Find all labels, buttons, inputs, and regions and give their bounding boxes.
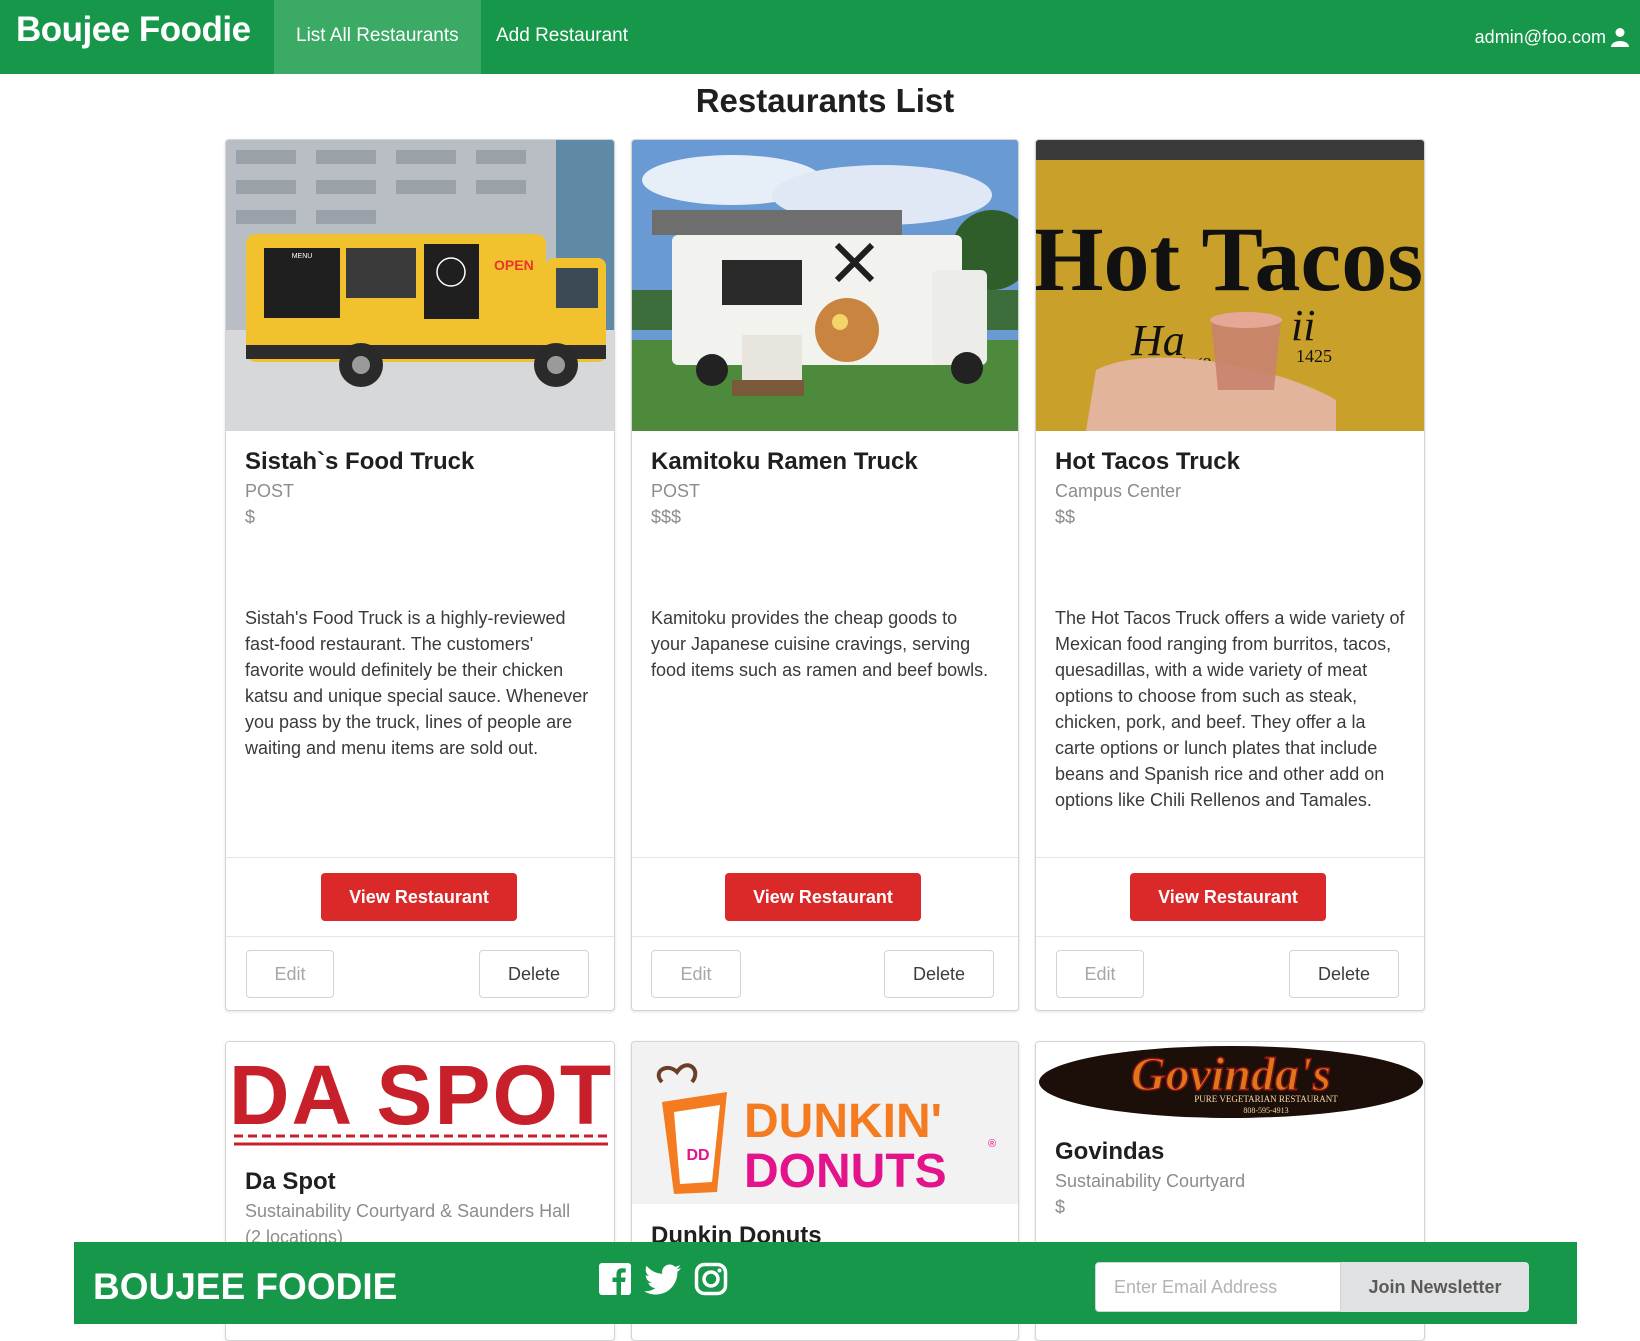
- restaurant-image: DD DUNKIN' DONUTS ®: [632, 1042, 1018, 1204]
- restaurant-image: Hot Tacos Ha ii tel: (8 1425: [1036, 140, 1424, 431]
- phone-sign-end: 1425: [1296, 346, 1332, 366]
- email-field[interactable]: [1095, 1262, 1341, 1312]
- top-navbar: Boujee Foodie List All Restaurants Add R…: [0, 0, 1640, 74]
- restaurant-name: Hot Tacos Truck: [1055, 448, 1240, 475]
- restaurant-description: Kamitoku provides the cheap goods to you…: [651, 608, 989, 680]
- restaurant-location: Sustainability Courtyard: [1055, 1171, 1246, 1191]
- restaurant-image: DA SPOT: [226, 1042, 614, 1152]
- restaurant-price: $: [245, 507, 256, 527]
- restaurant-image: Govinda's PURE VEGETARIAN RESTAURANT 808…: [1036, 1042, 1424, 1123]
- view-restaurant-button[interactable]: View Restaurant: [1130, 873, 1326, 921]
- restaurant-image: MENU OPEN: [226, 140, 614, 431]
- footer-brand: BOUJEE FOODIE: [93, 1266, 398, 1307]
- view-restaurant-button[interactable]: View Restaurant: [725, 873, 921, 921]
- restaurant-location: Sustainability Courtyard & Saunders Hall: [245, 1201, 571, 1221]
- card-divider: [1036, 936, 1424, 937]
- restaurant-location: POST: [245, 481, 295, 501]
- restaurant-card: Kamitoku Ramen Truck POST $$$ Kamitoku p…: [631, 139, 1019, 1011]
- restaurant-card: MENU OPEN Sistah`s Food Truck POST $ Sis…: [225, 139, 615, 1011]
- delete-button[interactable]: Delete: [884, 950, 994, 998]
- registered-mark: ®: [988, 1138, 996, 1150]
- card-divider: [632, 857, 1018, 858]
- restaurant-price: $$: [1055, 507, 1076, 527]
- twitter-icon[interactable]: [644, 1262, 682, 1296]
- edit-button[interactable]: Edit: [246, 950, 334, 998]
- restaurant-description: Sistah's Food Truck is a highly-reviewed…: [245, 608, 589, 758]
- govindas-phone: 808-595-4913: [1243, 1106, 1288, 1115]
- restaurant-name: Da Spot: [245, 1168, 336, 1195]
- restaurant-name: Govindas: [1055, 1138, 1165, 1165]
- menu-board-label: MENU: [292, 253, 313, 260]
- restaurant-name: Kamitoku Ramen Truck: [651, 448, 918, 475]
- open-sign: OPEN: [494, 257, 534, 273]
- dunkin-logo-top: DUNKIN': [744, 1095, 942, 1148]
- user-email: admin@foo.com: [1474, 27, 1606, 47]
- restaurant-location: POST: [651, 481, 701, 501]
- edit-button[interactable]: Edit: [651, 950, 741, 998]
- restaurant-card: Hot Tacos Ha ii tel: (8 1425 Hot Tacos T…: [1035, 139, 1425, 1011]
- view-restaurant-button[interactable]: View Restaurant: [321, 873, 517, 921]
- restaurant-description: The Hot Tacos Truck offers a wide variet…: [1055, 608, 1405, 810]
- dunkin-logo-bottom: DONUTS: [744, 1145, 947, 1198]
- restaurant-name: Sistah`s Food Truck: [245, 448, 475, 475]
- card-divider: [226, 936, 614, 937]
- govindas-tagline: PURE VEGETARIAN RESTAURANT: [1194, 1094, 1338, 1104]
- dd-cup-logo: DD: [686, 1147, 709, 1164]
- restaurant-image: [632, 140, 1018, 431]
- card-divider: [1036, 857, 1424, 858]
- hot-tacos-sign: Hot Tacos: [1036, 208, 1423, 310]
- card-divider: [632, 936, 1018, 937]
- da-spot-logo: DA SPOT: [229, 1048, 613, 1142]
- nav-add-restaurant[interactable]: Add Restaurant: [474, 0, 650, 74]
- user-icon: [1611, 28, 1629, 47]
- page-title: Restaurants List: [695, 82, 955, 119]
- hawaii-sign-end: ii: [1291, 301, 1315, 350]
- delete-button[interactable]: Delete: [1289, 950, 1399, 998]
- delete-button[interactable]: Delete: [479, 950, 589, 998]
- brand-logo[interactable]: Boujee Foodie: [16, 10, 251, 50]
- nav-list-all-restaurants[interactable]: List All Restaurants: [274, 0, 481, 74]
- edit-button[interactable]: Edit: [1056, 950, 1144, 998]
- card-divider: [226, 857, 614, 858]
- instagram-icon[interactable]: [694, 1262, 728, 1296]
- restaurant-price: $$$: [651, 507, 682, 527]
- user-menu[interactable]: admin@foo.com: [1475, 0, 1630, 74]
- facebook-icon[interactable]: [598, 1262, 632, 1296]
- restaurant-location: Campus Center: [1055, 481, 1182, 501]
- footer: BOUJEE FOODIE Join Newsletter: [74, 1242, 1577, 1324]
- restaurant-price: $: [1055, 1197, 1066, 1217]
- join-newsletter-button[interactable]: Join Newsletter: [1341, 1262, 1529, 1312]
